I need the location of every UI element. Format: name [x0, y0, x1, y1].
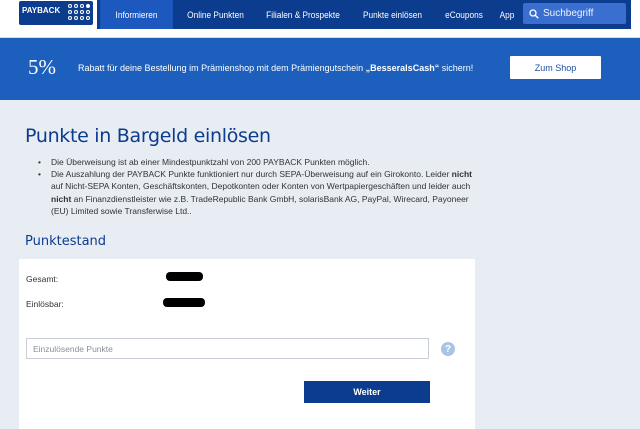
promo-banner: 5% Rabatt für deine Bestellung im Prämie…	[0, 38, 640, 100]
nav-item-punkte-einloesen[interactable]: Punkte einlösen	[354, 0, 430, 29]
top-navigation: PAYBACK Informieren Online Punkten Filia…	[0, 0, 640, 38]
promo-percent: 5%	[28, 55, 56, 79]
weiter-button[interactable]: Weiter	[304, 381, 430, 403]
info-text-3: an Finanzdienstleister wie z.B. TradeRep…	[51, 193, 469, 216]
logo-dots-icon	[68, 4, 90, 20]
section-title-punktestand: Punktestand	[25, 234, 107, 249]
search-placeholder: Suchbegriff	[543, 8, 594, 19]
promo-code: „BesseralsCash“	[365, 63, 440, 73]
page-title: Punkte in Bargeld einlösen	[25, 125, 271, 147]
nav-item-informieren[interactable]: Informieren	[100, 0, 173, 29]
info-item-sepa: Die Auszahlung der PAYBACK Punkte funkti…	[38, 168, 478, 217]
nav-item-ecoupons[interactable]: eCoupons	[436, 0, 491, 29]
redeemable-value-redacted	[163, 298, 205, 307]
nav-item-filialen-prospekte[interactable]: Filialen & Prospekte	[259, 0, 347, 29]
nav-item-online-punkten[interactable]: Online Punkten	[179, 0, 252, 29]
info-bold-1: nicht	[451, 169, 472, 180]
total-label: Gesamt:	[26, 274, 59, 284]
search-box[interactable]: Suchbegriff	[523, 3, 626, 24]
payback-logo[interactable]: PAYBACK	[19, 1, 93, 25]
search-icon	[529, 8, 539, 19]
info-item-minimum: Die Überweisung ist ab einer Mindestpunk…	[38, 156, 478, 168]
promo-text-suffix: sichern!	[439, 63, 474, 73]
question-circle-icon[interactable]: ?	[441, 342, 455, 356]
logo-text: PAYBACK	[22, 6, 61, 15]
points-input[interactable]	[26, 338, 429, 359]
nav-item-app[interactable]: App	[495, 0, 519, 29]
info-text-2: auf Nicht-SEPA Konten, Geschäftskonten, …	[51, 181, 471, 192]
info-text-1: Die Auszahlung der PAYBACK Punkte funkti…	[51, 169, 452, 180]
info-list: Die Überweisung ist ab einer Mindestpunk…	[38, 156, 478, 217]
zum-shop-button[interactable]: Zum Shop	[510, 56, 601, 79]
main-nav: Informieren Online Punkten Filialen & Pr…	[97, 0, 631, 29]
points-panel: Gesamt: Einlösbar: ? Weiter	[19, 259, 475, 429]
info-bold-2: nicht	[51, 193, 72, 204]
redeemable-label: Einlösbar:	[26, 299, 64, 309]
promo-text-prefix: Rabatt für deine Bestellung im Prämiensh…	[78, 63, 366, 73]
total-value-redacted	[166, 272, 203, 281]
promo-text: Rabatt für deine Bestellung im Prämiensh…	[78, 63, 473, 73]
